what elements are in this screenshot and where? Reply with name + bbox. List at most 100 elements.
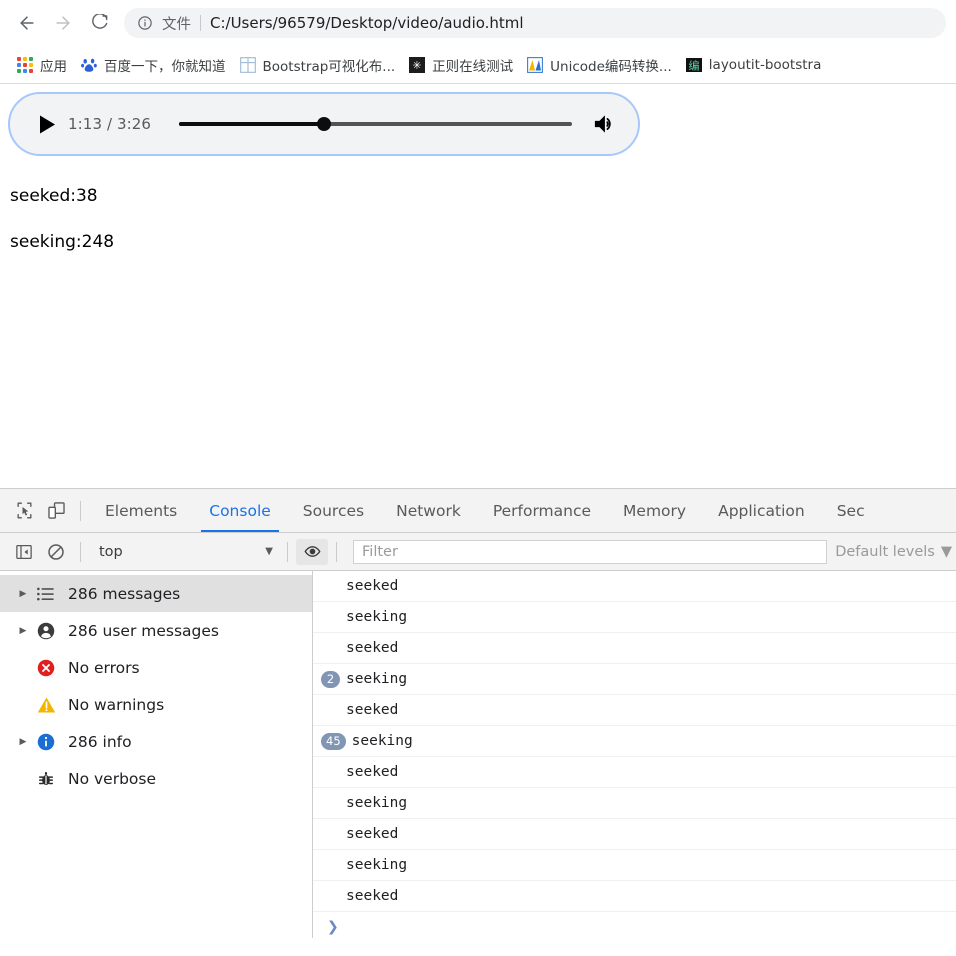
- console-message-text: seeking: [346, 795, 408, 811]
- unicode-icon: [527, 56, 544, 73]
- forward-button[interactable]: [46, 6, 80, 40]
- device-toolbar-icon[interactable]: [40, 495, 72, 527]
- repeat-count-badge: 2: [321, 670, 340, 688]
- page-viewport: 1:13 / 3:26 seeked:38 seeking:248: [0, 84, 956, 488]
- tab-elements[interactable]: Elements: [89, 489, 193, 532]
- sidebar-item-label: No warnings: [68, 695, 165, 714]
- bookmark-regex[interactable]: ✳ 正则在线测试: [402, 52, 520, 78]
- warning-icon: [32, 695, 62, 715]
- tab-label: Performance: [492, 501, 592, 520]
- sidebar-item-label: 286 messages: [68, 584, 181, 603]
- bookmark-apps[interactable]: 应用: [10, 52, 74, 78]
- play-icon[interactable]: [32, 109, 62, 139]
- omnibox-separator: [200, 15, 201, 31]
- list-icon: [32, 584, 62, 604]
- reload-button[interactable]: [82, 6, 116, 40]
- verbose-bug-icon: [32, 769, 62, 789]
- sidebar-item-verbose[interactable]: No verbose: [0, 760, 312, 797]
- chevron-down-icon: ▼: [940, 543, 952, 560]
- page-text-seeking: seeking:248: [10, 232, 115, 252]
- console-message-text: seeking: [346, 671, 408, 687]
- sidebar-item-label: 286 info: [68, 732, 132, 751]
- browser-chrome: 文件 C:/Users/96579/Desktop/video/audio.ht…: [0, 0, 956, 84]
- bookmark-label: Unicode编码转换...: [550, 58, 672, 75]
- sidebar-item-errors[interactable]: No errors: [0, 649, 312, 686]
- navigation-bar: 文件 C:/Users/96579/Desktop/video/audio.ht…: [0, 0, 956, 46]
- console-message-text: seeking: [346, 609, 408, 625]
- tab-application[interactable]: Application: [702, 489, 821, 532]
- table-row[interactable]: seeked: [313, 695, 956, 726]
- tab-security[interactable]: Sec: [821, 489, 881, 532]
- chevron-right-icon[interactable]: ▶: [14, 733, 32, 751]
- info-circle-icon[interactable]: [134, 12, 156, 34]
- bookmark-label: 正则在线测试: [432, 58, 514, 75]
- layoutit-icon: 编: [685, 57, 702, 72]
- inspect-element-icon[interactable]: [8, 495, 40, 527]
- table-row[interactable]: seeked: [313, 819, 956, 850]
- console-message-text: seeking: [351, 733, 413, 749]
- regex-icon: ✳: [409, 56, 426, 73]
- no-chevron: [14, 659, 32, 677]
- live-expression-eye-icon[interactable]: [296, 538, 328, 565]
- bookmark-label: 应用: [40, 58, 67, 75]
- console-context-selector[interactable]: top ▼: [89, 539, 279, 565]
- bookmark-baidu[interactable]: 百度一下，你就知道: [74, 52, 233, 78]
- tab-memory[interactable]: Memory: [607, 489, 702, 532]
- omnibox-url-text[interactable]: C:/Users/96579/Desktop/video/audio.html: [210, 14, 524, 32]
- table-row[interactable]: seeked: [313, 571, 956, 602]
- console-message-text: seeked: [346, 640, 399, 656]
- no-chevron: [14, 770, 32, 788]
- page-text-seeked: seeked:38: [10, 186, 98, 206]
- console-filter-input[interactable]: Filter: [353, 539, 828, 564]
- no-chevron: [14, 696, 32, 714]
- console-sidebar-toggle-icon[interactable]: [8, 536, 40, 568]
- tab-network[interactable]: Network: [380, 489, 477, 532]
- console-message-text: seeked: [346, 888, 399, 904]
- clear-console-icon[interactable]: [40, 536, 72, 568]
- baidu-icon: [81, 58, 97, 72]
- table-row[interactable]: seeked: [313, 757, 956, 788]
- audio-progress-slider[interactable]: [179, 109, 572, 139]
- audio-progress-thumb[interactable]: [317, 117, 332, 131]
- repeat-count-badge: 45: [321, 732, 346, 750]
- tab-performance[interactable]: Performance: [477, 489, 607, 532]
- console-message-list[interactable]: seeked seeking seeked 2 seeking seeked 4…: [313, 571, 956, 938]
- audio-player[interactable]: 1:13 / 3:26: [8, 92, 640, 156]
- console-sidebar: ▶ 286 messages ▶ 286 user messages No er…: [0, 571, 313, 938]
- devtools-tabbar: Elements Console Sources Network Perform…: [0, 489, 956, 533]
- sidebar-item-user-messages[interactable]: ▶ 286 user messages: [0, 612, 312, 649]
- console-prompt[interactable]: ❯: [313, 912, 956, 938]
- sidebar-item-messages[interactable]: ▶ 286 messages: [0, 575, 312, 612]
- console-message-text: seeked: [346, 702, 399, 718]
- chevron-right-icon[interactable]: ▶: [14, 585, 32, 603]
- console-toolbar: top ▼ Filter Default levels ▼: [0, 533, 956, 571]
- table-row[interactable]: seeked: [313, 633, 956, 664]
- bookmarks-bar: 应用 百度一下，你就知道 Bootstrap可视化布... ✳ 正则在线测试 U…: [0, 46, 956, 84]
- console-filter-placeholder: Filter: [362, 543, 398, 560]
- bookmark-unicode[interactable]: Unicode编码转换...: [520, 52, 679, 78]
- tab-label: Console: [209, 501, 271, 520]
- sidebar-item-info[interactable]: ▶ 286 info: [0, 723, 312, 760]
- table-row[interactable]: seeking: [313, 602, 956, 633]
- sidebar-item-warnings[interactable]: No warnings: [0, 686, 312, 723]
- tab-console[interactable]: Console: [193, 489, 287, 532]
- tab-label: Memory: [623, 501, 687, 520]
- table-row[interactable]: 45 seeking: [313, 726, 956, 757]
- console-message-text: seeked: [346, 764, 399, 780]
- back-button[interactable]: [10, 6, 44, 40]
- bootstrap-grid-icon: [239, 56, 256, 73]
- console-body: ▶ 286 messages ▶ 286 user messages No er…: [0, 571, 956, 938]
- table-row[interactable]: 2 seeking: [313, 664, 956, 695]
- table-row[interactable]: seeking: [313, 788, 956, 819]
- omnibox[interactable]: 文件 C:/Users/96579/Desktop/video/audio.ht…: [124, 8, 946, 38]
- chevron-right-icon[interactable]: ▶: [14, 622, 32, 640]
- bookmark-bootstrap[interactable]: Bootstrap可视化布...: [233, 52, 403, 78]
- console-levels-selector[interactable]: Default levels ▼: [835, 544, 956, 560]
- table-row[interactable]: seeked: [313, 881, 956, 912]
- tab-label: Sources: [302, 501, 365, 520]
- volume-high-icon[interactable]: [590, 110, 618, 138]
- bookmark-layoutit[interactable]: 编 layoutit-bootstra: [679, 52, 829, 78]
- tab-sources[interactable]: Sources: [287, 489, 380, 532]
- info-icon: [32, 732, 62, 752]
- table-row[interactable]: seeking: [313, 850, 956, 881]
